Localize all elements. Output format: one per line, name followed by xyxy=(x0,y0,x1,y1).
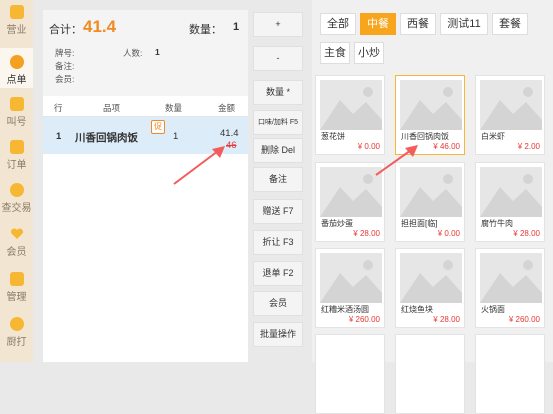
dish-card[interactable]: 红糟米酒汤圆 ¥ 260.00 xyxy=(315,248,385,328)
hand-pointer-icon xyxy=(9,55,24,69)
placeholder-image-icon xyxy=(400,253,462,303)
row-amount: 41.4 xyxy=(220,128,239,139)
placeholder-image-icon xyxy=(480,80,542,130)
total-label: 合计： xyxy=(49,24,82,36)
note-button[interactable]: 备注 xyxy=(253,167,303,192)
refund-button[interactable]: 退单 F2 xyxy=(253,261,303,286)
category-tab[interactable]: 全部 xyxy=(320,13,356,35)
discount-button[interactable]: 折让 F3 xyxy=(253,230,303,255)
placeholder-image-icon xyxy=(400,80,462,130)
nav-item-transactions[interactable]: 查交易 xyxy=(0,176,33,216)
placeholder-image-icon xyxy=(320,80,382,130)
category-tab[interactable]: 套餐 xyxy=(492,13,528,35)
dish-name: 番茄炒蛋 xyxy=(321,219,353,228)
category-tab[interactable]: 测试11 xyxy=(440,13,488,35)
table-number-label: 牌号: xyxy=(55,48,75,58)
column-header: 金额 xyxy=(218,103,236,113)
column-header: 行 xyxy=(54,103,63,113)
heart-icon xyxy=(10,227,24,241)
dish-card[interactable]: 红烧鱼块 ¥ 28.00 xyxy=(395,248,465,328)
category-tab[interactable]: 西餐 xyxy=(400,13,436,35)
dish-card[interactable] xyxy=(395,334,465,414)
placeholder-image-icon xyxy=(480,253,542,303)
row-line-number: 1 xyxy=(56,131,62,142)
column-header: 品项 xyxy=(103,103,121,113)
people-label: 人数: xyxy=(123,48,143,58)
annotation-arrow xyxy=(375,145,418,176)
people-value: 1 xyxy=(155,47,160,57)
dish-card[interactable]: 火锅面 ¥ 260.00 xyxy=(475,248,545,328)
dish-name: 白米虾 xyxy=(481,132,505,141)
nav-item-label: 订单 xyxy=(6,160,27,171)
quantity-label: 数量： xyxy=(189,24,222,36)
nav-item-label: 查交易 xyxy=(1,203,32,214)
dish-name: 火锅面 xyxy=(481,305,505,314)
delete-button[interactable]: 删除 Del xyxy=(253,138,303,163)
nav-item-label: 会员 xyxy=(6,247,27,258)
batch-button[interactable]: 批量操作 xyxy=(253,322,303,347)
nav-item-orders[interactable]: 订单 xyxy=(0,133,33,173)
store-icon xyxy=(9,5,24,19)
order-list-icon xyxy=(9,140,24,154)
column-header: 数量 xyxy=(165,103,183,113)
category-tab[interactable]: 小炒 xyxy=(354,42,384,64)
dish-price: ¥ 0.00 xyxy=(437,229,460,238)
printer-icon xyxy=(9,317,24,331)
member-button[interactable]: 会员 xyxy=(253,291,303,316)
nav-item-label: 厨打 xyxy=(6,337,27,348)
nav-item-member[interactable]: 会员 xyxy=(0,220,33,260)
dish-name: 红糟米酒汤圆 xyxy=(321,305,369,314)
nav-item-label: 叫号 xyxy=(6,117,27,128)
minus-button[interactable]: - xyxy=(253,46,303,71)
placeholder-image-icon xyxy=(320,253,382,303)
total-value: 41.4 xyxy=(83,17,117,36)
note-label: 备注: xyxy=(55,61,75,71)
coin-icon xyxy=(9,183,24,197)
dish-price: ¥ 2.00 xyxy=(517,142,540,151)
nav-item-order[interactable]: 点单 xyxy=(0,48,33,88)
quantity-value: 1 xyxy=(233,21,240,33)
dish-card[interactable] xyxy=(475,334,545,414)
dish-price: ¥ 28.00 xyxy=(433,315,460,324)
grid-icon xyxy=(9,272,24,286)
row-item-name: 川香回锅肉饭 xyxy=(75,132,138,144)
gift-button[interactable]: 赠送 F7 xyxy=(253,199,303,224)
order-summary: 合计： 41.4 数量： 1 牌号: 人数: 1 备注: 会员: xyxy=(43,10,248,96)
flavor-button[interactable]: 口味/加料 F5 xyxy=(253,110,303,135)
nav-item-manage[interactable]: 管理 xyxy=(0,265,33,305)
dish-card[interactable]: 腐竹牛肉 ¥ 28.00 xyxy=(475,162,545,242)
nav-item-store[interactable]: 营业 xyxy=(0,0,33,38)
promo-badge: 促 xyxy=(151,120,165,134)
dish-name: 担担面[临] xyxy=(401,219,438,228)
plus-button[interactable]: + xyxy=(253,12,303,37)
dish-price: ¥ 260.00 xyxy=(508,315,540,324)
category-tab[interactable]: 主食 xyxy=(320,42,350,64)
nav-item-label: 营业 xyxy=(6,25,27,36)
nav-item-label: 点单 xyxy=(6,75,27,86)
dish-name: 葱花饼 xyxy=(321,132,345,141)
dish-card[interactable] xyxy=(315,334,385,414)
order-table-header: 行 品项 数量 金额 xyxy=(43,98,248,117)
annotation-arrow xyxy=(173,146,225,185)
left-nav: 营业 点单 叫号 订单 查交易 会员 管理 厨打 xyxy=(0,0,33,362)
dish-price: ¥ 28.00 xyxy=(513,229,540,238)
dish-price: ¥ 260.00 xyxy=(348,315,380,324)
dish-name: 腐竹牛肉 xyxy=(481,219,513,228)
category-tab[interactable]: 中餐 xyxy=(360,13,396,35)
nav-item-label: 管理 xyxy=(6,292,27,303)
quantity-button[interactable]: 数量 * xyxy=(253,80,303,105)
menu-area: 全部 中餐 西餐 测试11 套餐 主食 小炒 葱花饼 ¥ 0.00 川香回锅肉饭… xyxy=(312,0,553,414)
nav-item-call[interactable]: 叫号 xyxy=(0,90,33,130)
dish-price: ¥ 46.00 xyxy=(433,142,460,151)
ticket-icon xyxy=(9,97,24,111)
nav-item-kitchen-print[interactable]: 厨打 xyxy=(0,310,33,350)
dish-price: ¥ 28.00 xyxy=(353,229,380,238)
dish-name: 红烧鱼块 xyxy=(401,305,433,314)
member-label: 会员: xyxy=(55,74,75,84)
placeholder-image-icon xyxy=(480,167,542,217)
dish-card[interactable]: 白米虾 ¥ 2.00 xyxy=(475,75,545,155)
